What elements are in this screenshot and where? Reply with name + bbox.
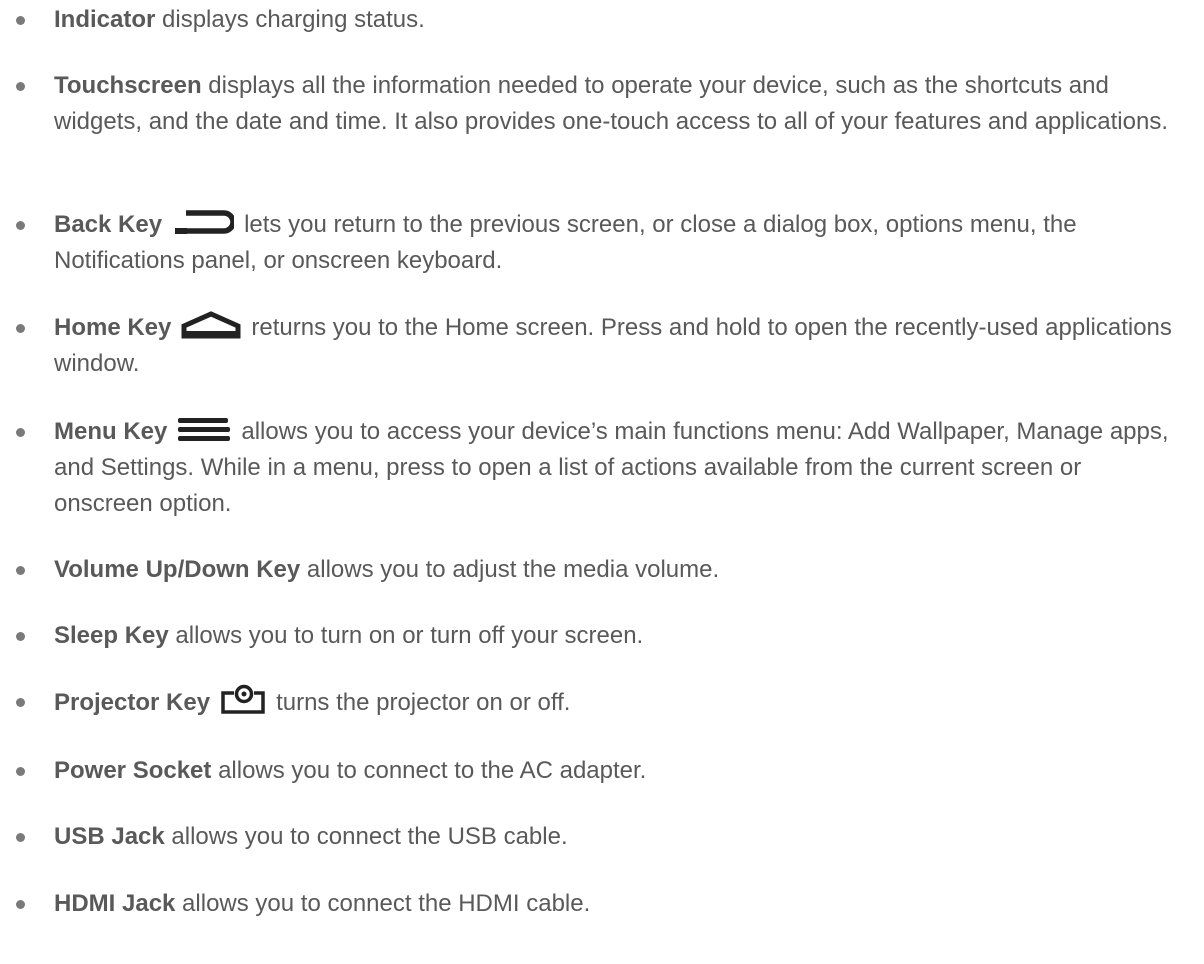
bullet <box>16 16 25 25</box>
term-power-socket: Power Socket <box>54 757 212 784</box>
term-sleep-key: Sleep Key <box>54 622 169 649</box>
bullet <box>16 428 25 437</box>
desc-indicator: displays charging status. <box>155 6 425 33</box>
term-indicator: Indicator <box>54 6 156 33</box>
bullet <box>16 82 25 91</box>
bullet <box>16 833 25 842</box>
desc-hdmi-jack: allows you to connect the HDMI cable. <box>175 890 591 917</box>
term-volume-key: Volume Up/Down Key <box>54 556 301 583</box>
bullet <box>16 632 25 641</box>
bullet <box>16 767 25 776</box>
desc-projector-key: turns the projector on or off. <box>276 689 571 716</box>
desc-volume-key: allows you to adjust the media volume. <box>300 556 720 583</box>
term-hdmi-jack: HDMI Jack <box>54 890 176 917</box>
term-menu-key: Menu Key <box>54 418 168 445</box>
desc-sleep-key: allows you to turn on or turn off your s… <box>168 622 644 649</box>
desc-usb-jack: allows you to connect the USB cable. <box>164 823 568 850</box>
term-home-key: Home Key <box>54 314 172 341</box>
desc-power-socket: allows you to connect to the AC adapter. <box>211 757 647 784</box>
projector-icon <box>220 684 266 714</box>
term-usb-jack: USB Jack <box>54 823 165 850</box>
bullet <box>16 566 25 575</box>
bullet <box>16 698 25 707</box>
bullet <box>16 221 25 230</box>
term-touchscreen: Touchscreen <box>54 72 202 99</box>
term-projector-key: Projector Key <box>54 689 211 716</box>
bullet <box>16 324 25 333</box>
term-back-key: Back Key <box>54 211 163 238</box>
back-arrow-icon <box>172 210 235 236</box>
feature-list: Indicator displays charging status. Touc… <box>0 0 1204 964</box>
menu-icon <box>177 417 231 443</box>
desc-touchscreen: displays all the information needed to o… <box>54 72 1168 135</box>
home-icon <box>181 311 241 339</box>
bullet <box>16 900 25 909</box>
